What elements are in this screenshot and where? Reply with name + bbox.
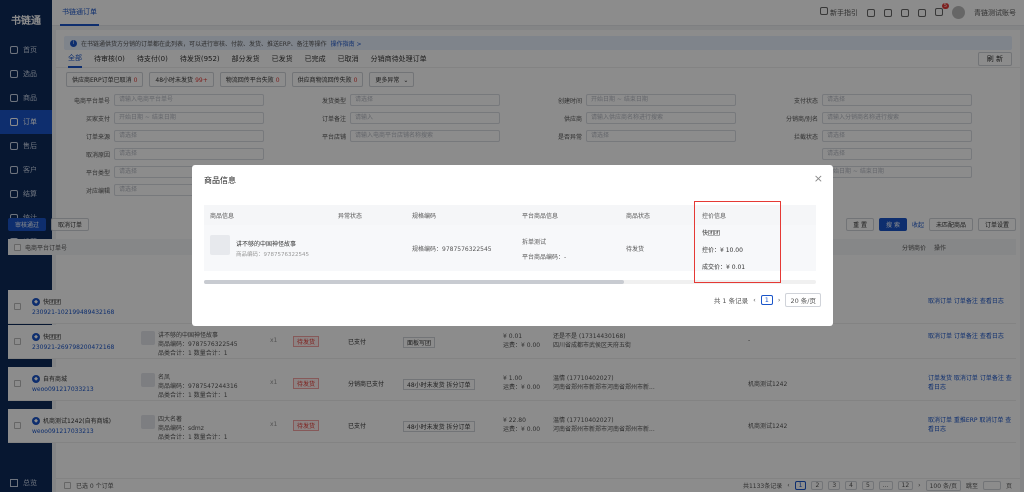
- prev-page-icon[interactable]: ‹: [753, 296, 756, 304]
- next-page-icon[interactable]: ›: [778, 296, 781, 304]
- goods-status: 待发货: [626, 246, 645, 253]
- col-exception: 异常状态: [338, 212, 363, 220]
- col-goods-info: 商品信息: [210, 212, 235, 220]
- modal-title: 商品信息: [204, 176, 236, 185]
- close-icon[interactable]: ×: [814, 172, 823, 185]
- platform-goods-code: 平台商品编码：-: [522, 254, 567, 261]
- scrollbar-thumb[interactable]: [204, 280, 624, 284]
- goods-name: 讲不够的中国神怪故事: [236, 241, 297, 248]
- modal-total: 共 1 条记录: [713, 297, 749, 305]
- spec-code: 规格编码：9787576322545: [412, 246, 492, 253]
- goods-thumbnail: [210, 235, 230, 255]
- col-goods-status: 商品状态: [626, 212, 651, 220]
- modal-pagination: 共 1 条记录 ‹ 1 › 20 条/页: [714, 293, 821, 307]
- col-spec-code: 规格编码: [412, 212, 437, 220]
- price-highlight-box: [694, 201, 781, 283]
- platform-goods-name: 拆单测试: [522, 239, 547, 246]
- modal-page-size[interactable]: 20 条/页: [785, 293, 821, 307]
- goods-code: 商品编码：9787576322545: [236, 252, 309, 258]
- col-platform-goods: 平台商品信息: [522, 212, 559, 220]
- modal-page-1[interactable]: 1: [760, 295, 773, 305]
